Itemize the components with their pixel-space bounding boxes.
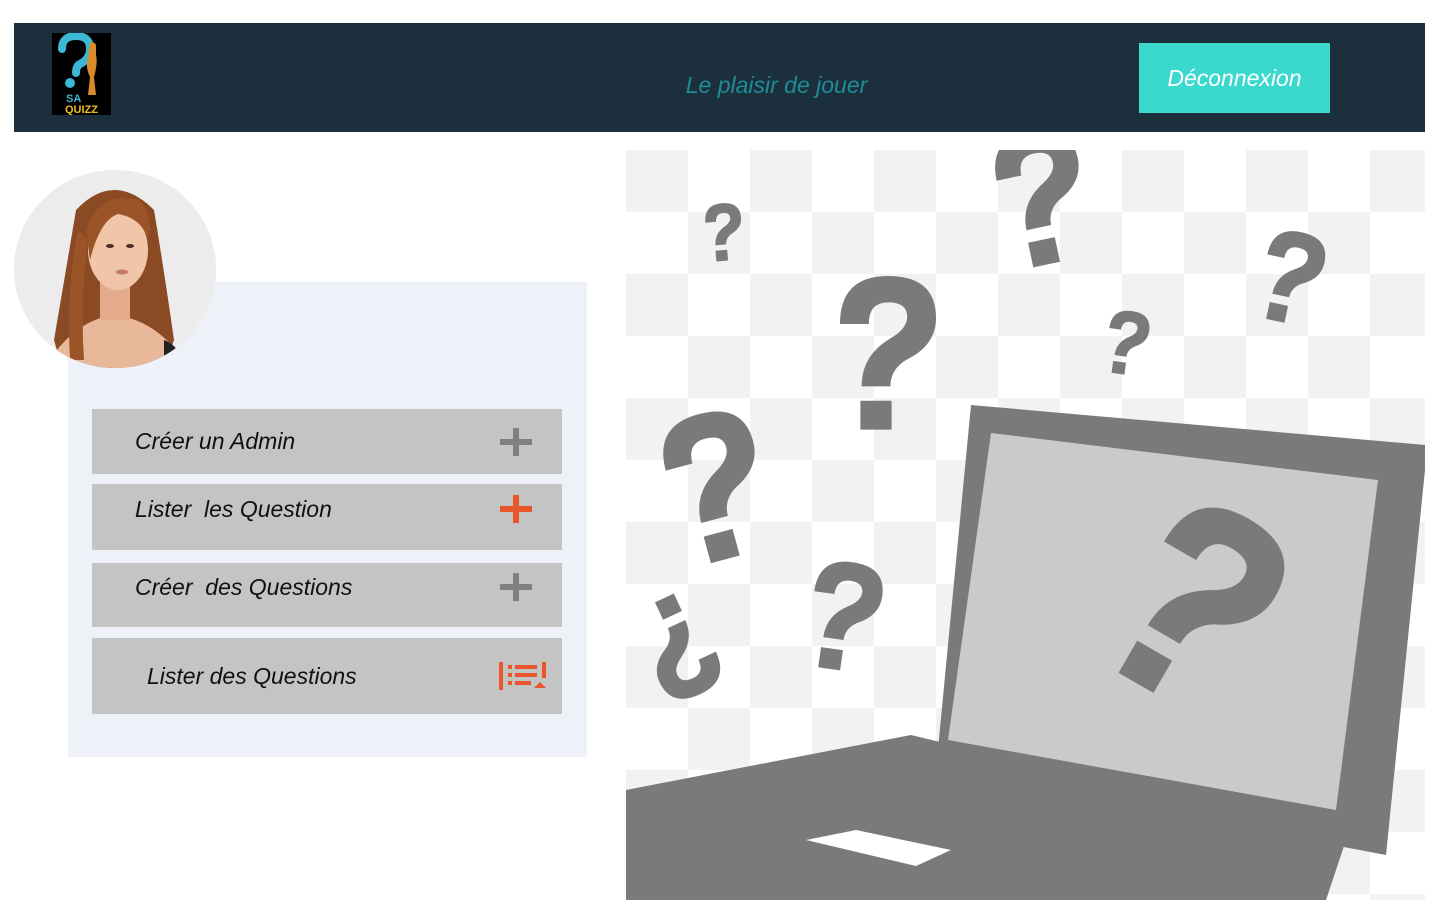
laptop-question-marks-illustration <box>626 150 1425 900</box>
menu-item-label: Créer des Questions <box>135 574 353 600</box>
menu-item-label: Créer un Admin <box>135 428 296 454</box>
plus-icon[interactable] <box>500 428 532 461</box>
menu-item-label: Lister des Questions <box>147 663 357 689</box>
menu-item-list-question[interactable]: Lister les Question <box>92 484 562 550</box>
plus-icon[interactable] <box>500 573 532 606</box>
menu-item-create-admin[interactable]: Créer un Admin <box>92 409 562 474</box>
logo-text-quizz: QUIZZ <box>65 104 98 115</box>
menu-item-create-questions[interactable]: Créer des Questions <box>92 563 562 627</box>
list-icon[interactable] <box>498 660 550 697</box>
menu-item-list-questions[interactable]: Lister des Questions <box>92 638 562 714</box>
top-header: SA QUIZZ Le plaisir de jouer Déconnexion <box>14 23 1425 132</box>
user-avatar[interactable] <box>14 170 216 368</box>
menu-item-label: Lister les Question <box>135 496 332 522</box>
logout-button[interactable]: Déconnexion <box>1139 43 1330 113</box>
plus-icon[interactable] <box>500 495 532 528</box>
